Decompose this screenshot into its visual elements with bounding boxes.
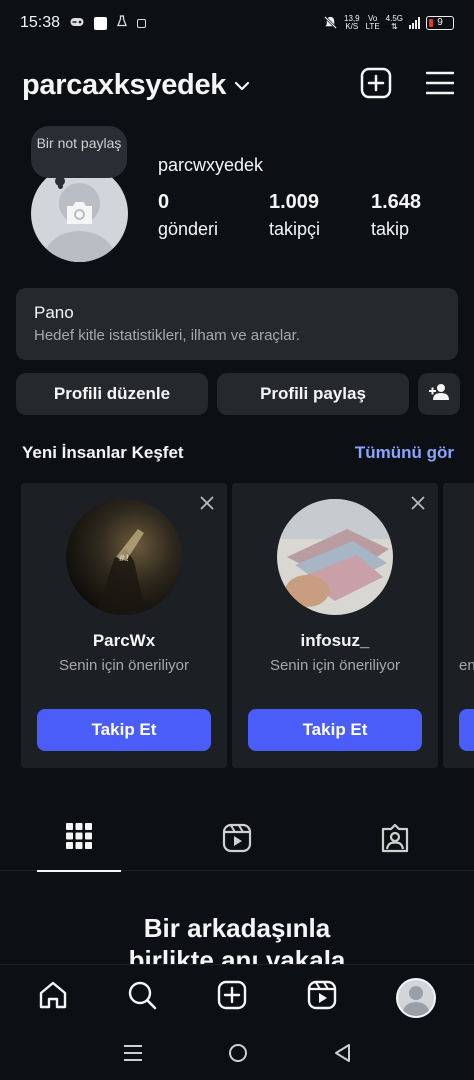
share-profile-button[interactable]: Profili paylaş xyxy=(217,373,409,415)
app-notification-icon xyxy=(94,16,108,30)
dashboard-subtitle: Hedef kitle istatistikleri, ilham ve ara… xyxy=(34,327,300,344)
recent-apps-icon[interactable] xyxy=(123,1044,143,1067)
camera-icon xyxy=(64,200,95,231)
share-note-bubble[interactable]: Bir not paylaş xyxy=(31,126,127,178)
suggestions-header: Yeni İnsanlar Keşfet Tümünü gör xyxy=(22,443,454,463)
reels-nav-icon[interactable] xyxy=(307,980,337,1015)
net-speed: 13,9 K/S xyxy=(344,15,360,31)
lte-label: LTE xyxy=(365,22,380,31)
profile-name: parcwxyedek xyxy=(158,155,264,175)
tab-reels[interactable] xyxy=(195,815,279,871)
profile-avatar[interactable] xyxy=(31,165,128,262)
arrows-icon: ⇅ xyxy=(390,22,398,31)
suggestion-name: infosuz_ xyxy=(300,631,370,650)
suggestion-card[interactable]: en xyxy=(443,483,474,768)
flask-icon xyxy=(117,14,127,32)
signal-icon xyxy=(409,17,420,29)
account-switcher[interactable]: parcaxksyedek xyxy=(22,69,226,102)
bottom-nav xyxy=(0,964,474,1030)
close-icon[interactable] xyxy=(199,495,215,516)
followers-count: 1.009 xyxy=(269,191,320,213)
tab-tagged[interactable] xyxy=(353,815,437,871)
back-icon[interactable] xyxy=(333,1043,351,1068)
suggestion-reason: Senin için öneriliyor xyxy=(269,657,401,674)
create-post-icon[interactable] xyxy=(360,67,392,104)
volte-indicator: Vo LTE xyxy=(366,15,380,31)
reels-icon xyxy=(222,823,252,871)
battery-level: 9 xyxy=(437,17,443,28)
profile-stats: 0 gönderi 1.009 takipçi 1.648 takip xyxy=(158,190,421,242)
svg-text:#!: #! xyxy=(118,554,129,564)
bell-off-icon xyxy=(323,15,338,32)
see-all-link[interactable]: Tümünü gör xyxy=(355,443,454,463)
add-person-icon xyxy=(428,383,450,406)
posts-label: gönderi xyxy=(158,219,219,239)
status-bar: 15:38 13,9 K/S Vo LTE 4.5G ⇅ 9 xyxy=(0,0,474,46)
search-icon[interactable] xyxy=(127,980,157,1015)
net-speed-unit: K/S xyxy=(345,22,359,31)
profile-nav-avatar[interactable] xyxy=(396,977,437,1018)
gamepad-icon xyxy=(70,14,84,32)
follow-button[interactable] xyxy=(459,709,474,751)
suggestion-reason: en xyxy=(459,657,474,674)
tab-posts[interactable] xyxy=(37,815,121,872)
follow-button[interactable]: Takip Et xyxy=(37,709,211,751)
following-stat[interactable]: 1.648 takip xyxy=(371,190,421,242)
home-circle-icon[interactable] xyxy=(228,1043,248,1068)
followers-label: takipçi xyxy=(269,219,321,239)
suggestion-avatar[interactable] xyxy=(277,499,393,615)
followers-stat[interactable]: 1.009 takipçi xyxy=(269,190,371,242)
empty-state-line1: Bir arkadaşınla xyxy=(143,913,331,943)
follow-button[interactable]: Takip Et xyxy=(248,709,422,751)
dashboard-card[interactable]: Pano Hedef kitle istatistikleri, ilham v… xyxy=(16,288,458,360)
status-time: 15:38 xyxy=(20,14,61,31)
following-count: 1.648 xyxy=(371,191,422,213)
profile-tabs xyxy=(0,815,474,872)
suggestion-avatar[interactable]: #! xyxy=(66,499,182,615)
app-icon xyxy=(137,18,147,28)
posts-stat[interactable]: 0 gönderi xyxy=(158,190,269,242)
close-icon[interactable] xyxy=(410,495,426,516)
dashboard-title: Pano xyxy=(34,303,74,322)
chevron-down-icon[interactable] xyxy=(234,78,250,96)
following-label: takip xyxy=(371,219,410,239)
tagged-icon xyxy=(380,823,410,871)
create-icon[interactable] xyxy=(217,980,247,1015)
suggestion-reason: Senin için öneriliyor xyxy=(58,657,190,674)
system-nav xyxy=(0,1030,474,1080)
suggestion-card[interactable]: infosuz_ Senin için öneriliyor Takip Et xyxy=(232,483,438,768)
profile-header: parcaxksyedek xyxy=(0,60,474,110)
grid-icon xyxy=(66,823,92,871)
profile-actions: Profili düzenle Profili paylaş xyxy=(16,373,460,415)
menu-icon[interactable] xyxy=(425,70,455,101)
suggestion-name: ParcWx xyxy=(92,631,156,650)
discover-people-button[interactable] xyxy=(418,373,460,415)
edit-profile-button[interactable]: Profili düzenle xyxy=(16,373,208,415)
home-icon[interactable] xyxy=(38,980,68,1015)
suggestion-card[interactable]: #! ParcWx Senin için öneriliyor Takip Et xyxy=(21,483,227,768)
battery-icon: 9 xyxy=(426,16,454,30)
suggestions-title: Yeni İnsanlar Keşfet xyxy=(22,443,184,462)
posts-count: 0 xyxy=(158,191,170,213)
network-gen: 4.5G ⇅ xyxy=(386,15,403,31)
